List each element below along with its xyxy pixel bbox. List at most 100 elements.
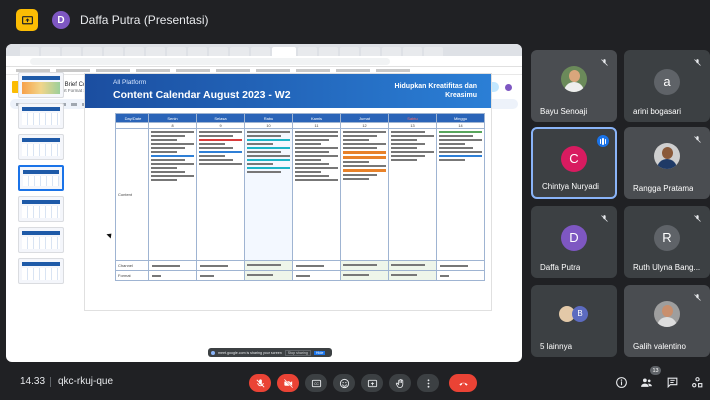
present-icon: [367, 379, 377, 387]
content-cell: [244, 128, 293, 261]
stop-sharing-button[interactable]: Stop sharing: [284, 349, 311, 356]
slide-filmstrip: [18, 72, 68, 312]
info-icon: [615, 376, 627, 388]
chat-button[interactable]: [665, 375, 679, 389]
participant-name: Galih valentino: [633, 342, 686, 351]
slide-subtitle: All Platform: [113, 79, 147, 86]
participant-tile-ruth[interactable]: R Ruth Ulyna Bang...: [624, 206, 710, 278]
mic-off-icon: [601, 215, 608, 222]
mic-off-icon: [601, 59, 608, 66]
participant-tile-rangga[interactable]: Rangga Pratama: [624, 127, 710, 199]
participant-tile-galih[interactable]: Galih valentino: [624, 285, 710, 357]
speaking-indicator-icon: [597, 135, 609, 147]
chat-icon: [667, 377, 677, 388]
more-options-button[interactable]: [417, 374, 439, 392]
day-header: Kamis: [292, 113, 341, 123]
mic-off-icon: [694, 59, 701, 66]
slide-thumb: [18, 196, 64, 222]
slide-thumb-selected: [18, 165, 64, 191]
participant-name: 5 lainnya: [540, 342, 573, 351]
participant-name: Rangga Pratama: [633, 184, 694, 193]
raise-hand-icon: [395, 378, 403, 388]
day-header: Rabu: [244, 113, 293, 123]
people-button[interactable]: [639, 375, 653, 389]
camera-toggle-button[interactable]: [277, 374, 299, 392]
day-header: Sabtu: [388, 113, 437, 123]
participant-tile-arini[interactable]: a arini bogasari: [624, 50, 710, 122]
present-button[interactable]: [361, 374, 383, 392]
row-label-format: Format: [115, 270, 149, 281]
participant-tile-chintya[interactable]: C Chintya Nuryadi: [531, 127, 617, 199]
slide-thumb: [18, 72, 64, 98]
hide-banner-button[interactable]: Hide: [313, 350, 326, 355]
raise-hand-button[interactable]: [389, 374, 411, 392]
share-banner-text: meet.google.com is sharing your screen: [218, 350, 282, 355]
slide-title: Content Calendar August 2023 - W2: [113, 89, 291, 101]
bottom-bar: 14.33 qkc-rkuj-que CC 13: [0, 364, 710, 400]
svg-text:CC: CC: [314, 381, 319, 385]
screen-share-banner: meet.google.com is sharing your screen S…: [208, 348, 332, 357]
camera-off-icon: [283, 378, 293, 388]
participant-name: arini bogasari: [633, 107, 682, 116]
day-header: Jumat: [340, 113, 389, 123]
account-avatar: [505, 83, 512, 91]
row-label-channel: Channel: [115, 260, 149, 271]
participant-avatar: a: [654, 68, 680, 95]
participant-name: Bayu Senoaji: [540, 107, 588, 116]
mic-toggle-button[interactable]: [249, 374, 271, 392]
slide-thumb: [18, 227, 64, 253]
content-cell: [292, 128, 341, 261]
mic-off-icon: [694, 215, 701, 222]
calendar-header-label: Day/Date: [115, 113, 149, 123]
content-cell: [340, 128, 389, 261]
people-icon: [640, 377, 652, 387]
share-indicator-icon: [211, 350, 215, 355]
presenter-avatar: D: [52, 11, 70, 29]
participant-photo: [654, 142, 680, 169]
row-label-content: Content: [115, 128, 149, 261]
presenter-label: Daffa Putra (Presentasi): [80, 13, 209, 27]
meet-window: D Daffa Putra (Presentasi) [bogasari] EP…: [0, 0, 710, 400]
participant-name: Chintya Nuryadi: [542, 182, 599, 191]
participant-name: Ruth Ulyna Bang...: [633, 263, 701, 272]
grouped-avatars: B: [559, 305, 589, 322]
participant-photo: [654, 300, 680, 327]
slide-thumb: [18, 134, 64, 160]
address-bar: [6, 56, 522, 67]
mic-off-icon: [694, 136, 701, 143]
captions-button[interactable]: CC: [305, 374, 327, 392]
present-to-all-icon: [16, 9, 38, 31]
clock: 14.33: [20, 376, 46, 387]
participant-avatar: R: [654, 224, 680, 251]
leave-call-button[interactable]: [449, 374, 477, 392]
meeting-code: qkc-rkuj-que: [58, 376, 114, 387]
slide-canvas: All Platform Content Calendar August 202…: [84, 73, 492, 311]
emoji-icon: [339, 378, 349, 388]
participant-count-badge: 13: [650, 366, 661, 375]
slide-thumb: [18, 258, 64, 284]
slide-slogan: Hidupkan Kreatifitas dan Kreasimu: [394, 83, 477, 99]
mic-off-icon: [256, 378, 264, 387]
participant-tile-daffa[interactable]: D Daffa Putra: [531, 206, 617, 278]
day-header: Minggu: [436, 113, 485, 123]
content-calendar: Day/Date Senin Selasa Rabu Kamis Jumat S…: [115, 113, 485, 281]
content-cell: [388, 128, 437, 261]
activities-icon: [691, 376, 702, 387]
browser-tabs: [6, 44, 522, 56]
call-end-icon: [458, 382, 468, 386]
day-header: Selasa: [196, 113, 245, 123]
participant-avatar: C: [561, 145, 587, 172]
day-header: Senin: [148, 113, 197, 123]
more-vert-icon: [427, 378, 429, 388]
participant-avatar: D: [561, 224, 587, 251]
participant-tile-others[interactable]: B 5 lainnya: [531, 285, 617, 357]
top-bar: D Daffa Putra (Presentasi): [0, 0, 710, 40]
captions-icon: CC: [311, 379, 321, 387]
participant-tile-bayu[interactable]: Bayu Senoaji: [531, 50, 617, 122]
mic-off-icon: [694, 294, 701, 301]
participant-name: Daffa Putra: [540, 263, 581, 272]
meeting-details-button[interactable]: [614, 375, 628, 389]
activities-button[interactable]: [690, 375, 704, 389]
content-cell: [148, 128, 197, 261]
reactions-button[interactable]: [333, 374, 355, 392]
